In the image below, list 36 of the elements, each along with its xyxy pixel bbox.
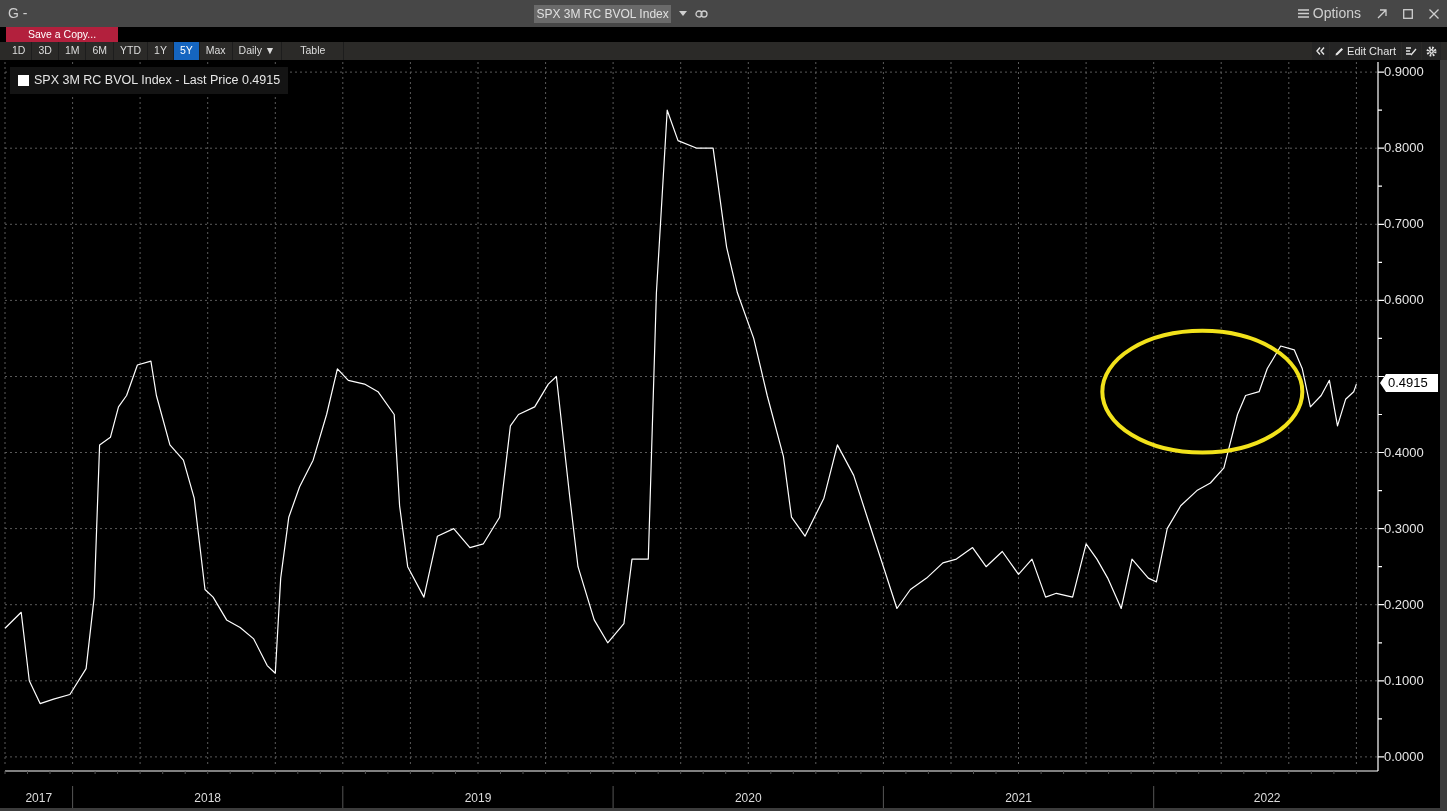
caret-icon[interactable] (678, 10, 687, 17)
link-icon[interactable] (694, 9, 708, 18)
axis-label: 2020 (734, 791, 762, 805)
pencil-list-icon (1406, 46, 1417, 56)
save-copy-button[interactable]: Save a Copy... (6, 27, 118, 42)
range-tab[interactable]: 5Y (173, 42, 200, 60)
axis-label: 2018 (194, 791, 222, 805)
axis-label: 0.6000 (1384, 292, 1424, 308)
axis-label: 0.9000 (1384, 64, 1424, 80)
close-icon[interactable] (1429, 8, 1439, 19)
axis-label: 0.0000 (1384, 748, 1424, 764)
collapse-button[interactable] (1312, 42, 1330, 60)
legend-label: SPX 3M RC BVOL Index - Last Price 0.4915 (34, 72, 281, 89)
arrow-icon[interactable] (1377, 8, 1387, 19)
axis-label: 2017 (25, 791, 53, 805)
axis-label: 0.1000 (1384, 672, 1424, 688)
settings-icon (1426, 45, 1437, 57)
annotate-button[interactable] (1402, 42, 1421, 60)
pencil-icon (1335, 46, 1345, 56)
double-chevron-icon (1316, 47, 1326, 55)
axis-label: 0.8000 (1384, 140, 1424, 156)
axis-label: 0.3000 (1384, 520, 1424, 536)
axis-label: 0.4000 (1384, 444, 1424, 460)
edit-chart-button[interactable]: Edit Chart (1330, 42, 1401, 60)
axis-label: 0.2000 (1384, 596, 1424, 612)
menu-icon[interactable] (1297, 9, 1309, 18)
axis-label: 2022 (1253, 791, 1281, 805)
options-menu[interactable]: Options (1312, 3, 1361, 24)
settings-button[interactable] (1422, 42, 1441, 60)
axis-label: 2021 (1005, 791, 1032, 805)
security-field[interactable]: SPX 3M RC BVOL Index (534, 4, 671, 23)
maximize-icon[interactable] (1403, 8, 1413, 19)
legend-swatch (18, 74, 29, 86)
axis-label: 0.7000 (1384, 216, 1424, 232)
window-title: G - (8, 4, 28, 23)
axis-label: 2019 (464, 791, 492, 805)
